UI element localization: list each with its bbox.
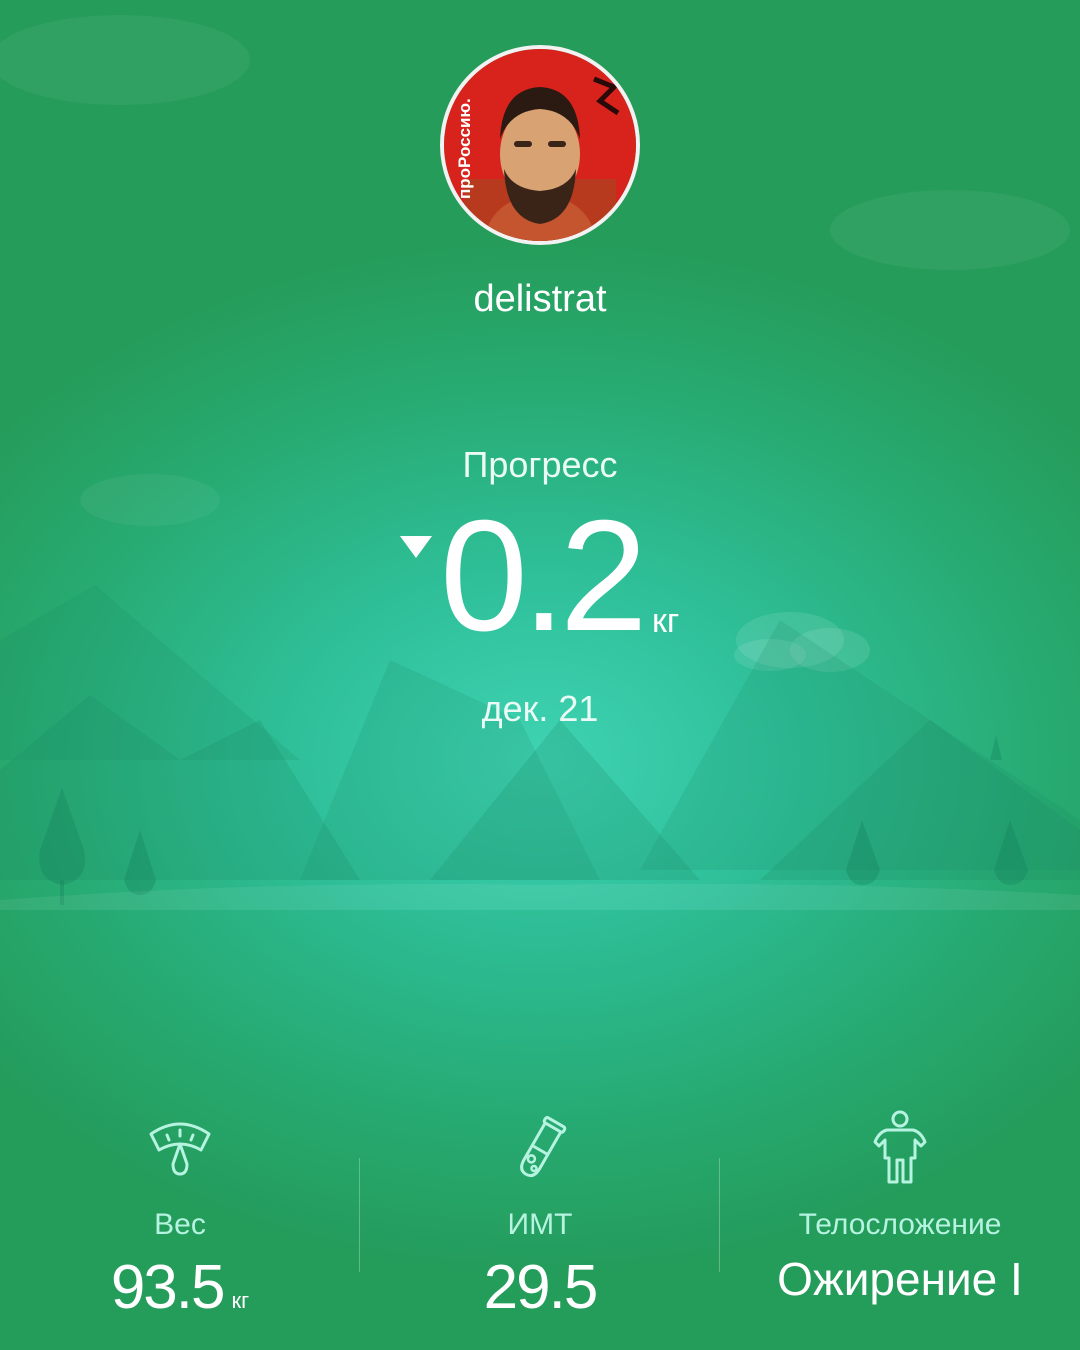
triangle-down-icon [400,536,432,558]
avatar-caption-text: проРоссию. [455,98,474,199]
stat-body-type-value-line: Ожирение I [720,1252,1080,1306]
stat-body-type-value: Ожирение I [777,1253,1023,1305]
stat-weight-unit: кг [231,1288,250,1313]
stat-weight-value: 93.5 [110,1253,226,1322]
stat-weight[interactable]: Вес 93.5 кг [0,1100,360,1340]
stat-bmi-value: 29.5 [483,1253,599,1322]
stat-body-type-label: Телосложение [798,1208,1002,1241]
stats-panel: Вес 93.5 кг ИМТ 29.5 Телосложение Ожирен… [0,1100,1080,1340]
progress-date: дек. 21 [481,688,599,729]
progress-label: Прогресс [462,444,618,485]
stat-body-type[interactable]: Телосложение Ожирение I [720,1100,1080,1340]
stat-weight-value-line: 93.5 кг [0,1252,360,1323]
stat-bmi-label: ИМТ [507,1208,573,1241]
stat-bmi[interactable]: ИМТ 29.5 [360,1100,720,1340]
stat-bmi-value-line: 29.5 [360,1252,720,1323]
progress-value-row: 0.2 кг [0,496,1080,660]
flask-icon [520,1116,567,1178]
stat-weight-label: Вес [154,1208,206,1241]
progress-unit: кг [652,602,680,640]
progress-value: 0.2 [440,488,648,664]
body-figure-icon [873,1110,927,1184]
app-screen: проРоссию. delistrat Прогресс 0.2 кг дек… [0,0,1080,1350]
username: delistrat [473,278,607,320]
profile-avatar[interactable]: проРоссию. [440,45,640,245]
scale-icon [149,1122,211,1176]
avatar-portrait-image: проРоссию. [444,49,636,241]
